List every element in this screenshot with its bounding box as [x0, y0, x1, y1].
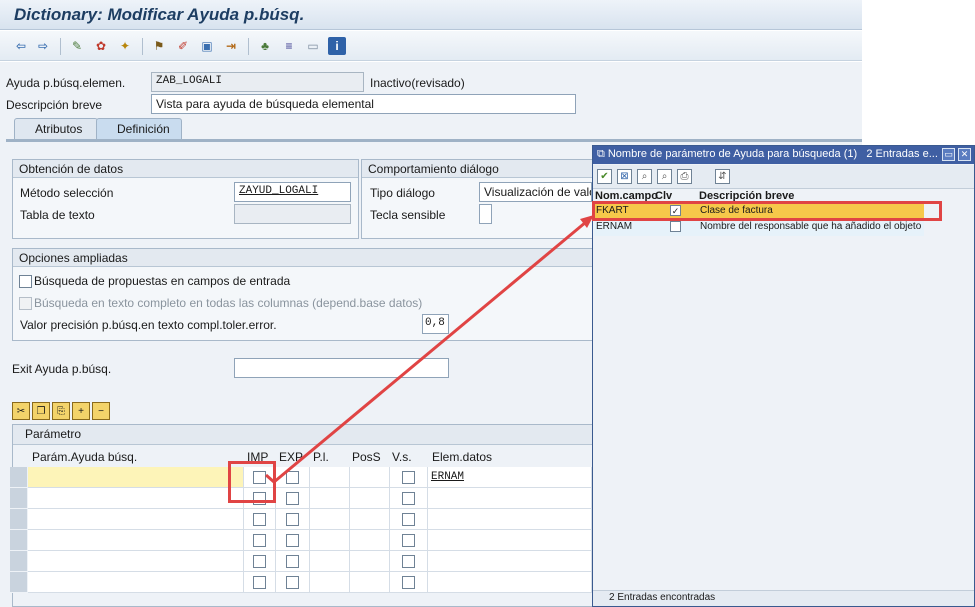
popup-footer: 2 Entradas encontradas	[593, 590, 974, 606]
popup-cancel-icon[interactable]: ⊠	[617, 169, 632, 184]
popup-toolbar: ✔ ⊠ ⌕ ⌕ ⎙ ⇵	[593, 165, 974, 189]
popup-footer-text: 2 Entradas encontradas	[609, 592, 716, 603]
popup-row-name: ERNAM	[596, 221, 633, 232]
popup-row-ernam[interactable]: ERNAM Nombre del responsable que ha añad…	[594, 220, 924, 236]
popup-window-icon: ⧉	[597, 148, 605, 160]
popup-close-icon[interactable]: ✕	[958, 148, 971, 161]
popup-row-desc: Nombre del responsable que ha añadido el…	[700, 221, 922, 232]
annotation-box-popup-row	[592, 201, 942, 221]
popup-find-icon[interactable]: ⌕	[637, 169, 652, 184]
popup-title: Nombre de parámetro de Ayuda para búsque…	[607, 148, 858, 160]
popup-minimize-icon[interactable]: ▭	[942, 148, 955, 161]
popup-title-bar: ⧉ Nombre de parámetro de Ayuda para búsqu…	[593, 146, 974, 164]
popup-print-icon[interactable]: ⎙	[677, 169, 692, 184]
popup-find-next-icon[interactable]: ⌕	[657, 169, 672, 184]
popup-entries-header: 2 Entradas e...	[866, 148, 938, 160]
popup-sort-icon[interactable]: ⇵	[715, 169, 730, 184]
popup-key-checkbox[interactable]	[670, 221, 681, 232]
popup-ok-icon[interactable]: ✔	[597, 169, 612, 184]
popup-empty-area	[593, 238, 974, 590]
